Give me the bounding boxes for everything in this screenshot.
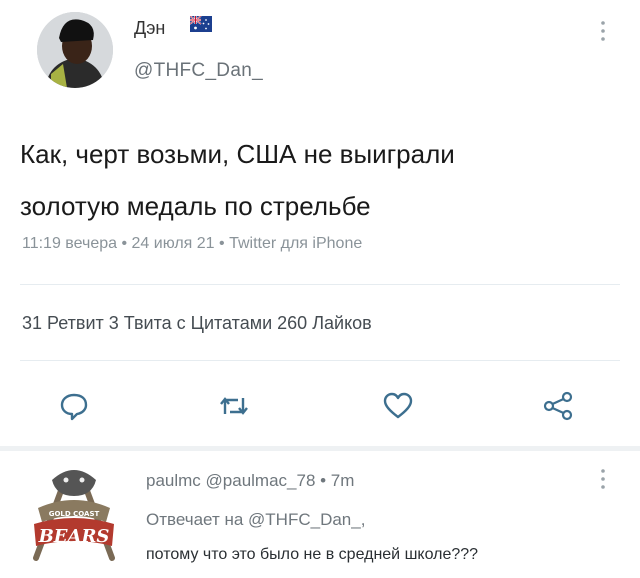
reply-header[interactable]: paulmc @paulmac_78 • 7m: [146, 471, 354, 491]
tweet-text-line: Как, черт возьми, США не выиграли: [20, 139, 455, 169]
share-icon[interactable]: [540, 388, 576, 424]
section-divider: [0, 446, 640, 451]
tweet-text: Как, черт возьми, США не выиграли золоту…: [20, 128, 620, 232]
tweet-stats[interactable]: 31 Ретвит 3 Твита с Цитатами 260 Лайков: [22, 313, 372, 334]
reply-avatar[interactable]: GOLD COAST BEARS: [22, 462, 126, 572]
reply-text: потому что это было не в средней школе??…: [146, 546, 479, 563]
svg-text:BEARS: BEARS: [38, 526, 110, 547]
divider: [20, 284, 620, 285]
author-handle[interactable]: @THFC_Dan_: [134, 60, 263, 82]
author-avatar[interactable]: [37, 12, 113, 88]
like-icon[interactable]: [380, 388, 416, 424]
reply-icon[interactable]: [56, 388, 92, 424]
replying-prefix: Отвечает на: [146, 510, 249, 529]
replying-handle-link[interactable]: @THFC_Dan_,: [248, 510, 365, 529]
author-display-name[interactable]: Дэн: [134, 18, 165, 39]
more-options-icon[interactable]: [598, 18, 608, 46]
svg-text:GOLD COAST: GOLD COAST: [49, 510, 100, 518]
australia-flag-icon: [189, 15, 212, 32]
more-options-icon[interactable]: [598, 466, 608, 494]
retweet-icon[interactable]: [216, 388, 252, 424]
tweet-text-line: золотую медаль по стрельбе: [20, 191, 371, 221]
replying-to: Отвечает на @THFC_Dan_,: [146, 510, 365, 530]
divider: [20, 360, 620, 361]
tweet-timestamp[interactable]: 11:19 вечера • 24 июля 21 • Twitter для …: [22, 235, 362, 253]
